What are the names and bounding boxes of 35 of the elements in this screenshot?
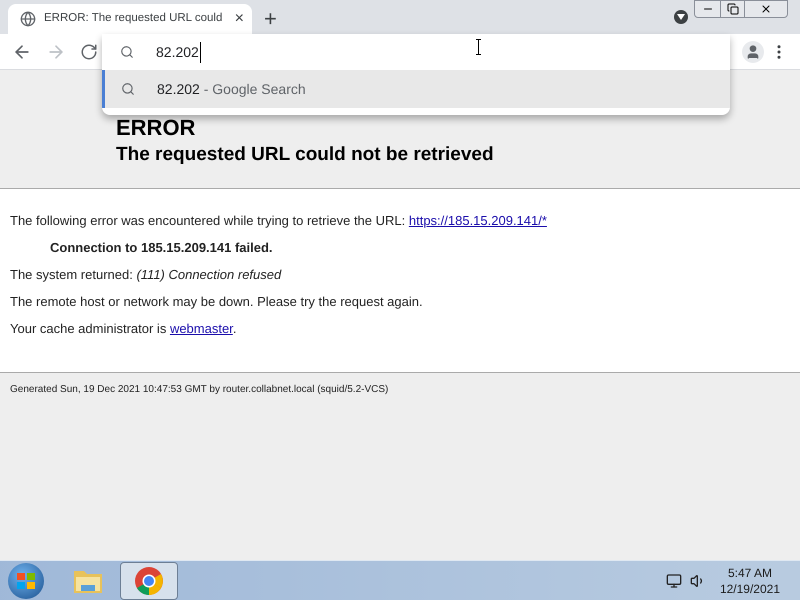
tab-search-icon[interactable] (674, 10, 688, 24)
search-suggestion[interactable]: 82.202 - Google Search (102, 70, 730, 108)
new-tab-button[interactable]: + (264, 8, 277, 30)
browser-logo (134, 566, 164, 596)
cache-admin-text: Your cache administrator is webmaster. (10, 320, 238, 338)
system-returned-text: The system returned: (111) Connection refused (10, 266, 282, 284)
failure-message: Connection to 185.15.209.141 failed. (49, 239, 274, 257)
remote-host-text: The remote host or network may be down. Please try the request again. (10, 293, 424, 311)
address-field[interactable]: 82.202 (156, 42, 201, 62)
search-icon (121, 82, 135, 96)
browser-tab[interactable]: ERROR: The requested URL could × (8, 4, 252, 34)
search-icon (120, 45, 134, 59)
clock[interactable]: 5:47 AM 12/19/2021 (720, 564, 780, 596)
clock-time: 5:47 AM (728, 564, 772, 580)
reload-button[interactable] (80, 42, 98, 60)
tab-title: ERROR: The requested URL could (44, 11, 224, 26)
close-tab-button[interactable]: × (234, 11, 244, 27)
url-link[interactable]: https://185.15.209.141/* (408, 213, 547, 228)
clock-date: 12/19/2021 (720, 580, 780, 596)
suggestion-text: 82.202 - Google Search (157, 80, 306, 99)
flag-logo (16, 570, 36, 590)
person-icon (745, 44, 761, 60)
globe-icon (20, 11, 36, 27)
profile-button[interactable] (742, 40, 764, 62)
error-subheading: The requested URL could not be retrieved (116, 143, 495, 167)
generated-footer: Generated Sun, 19 Dec 2021 10:47:53 GMT by router.collabnet.local (squid/5.2-VCS) (10, 382, 800, 397)
error-heading: ERROR (116, 117, 196, 139)
intro-text: The following error was encountered while trying to retrieve the URL: https://185.15.209.141/* (10, 212, 548, 230)
close-icon (760, 3, 772, 15)
network-icon[interactable] (666, 572, 682, 588)
text-cursor-icon (476, 39, 481, 55)
start-button[interactable] (8, 562, 44, 598)
restore-icon (726, 3, 738, 15)
chrome-taskbar-button[interactable] (120, 562, 178, 600)
webmaster-link[interactable]: webmaster (170, 321, 233, 336)
